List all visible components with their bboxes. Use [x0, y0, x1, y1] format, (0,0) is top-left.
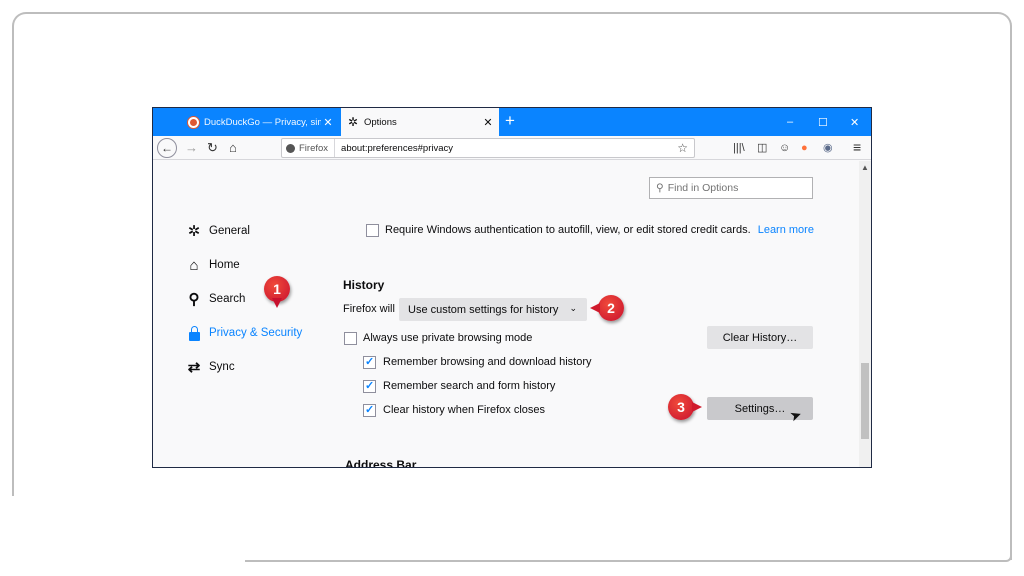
sidebar-item-privacy-security[interactable]: Privacy & Security — [185, 323, 302, 343]
home-icon: ⌂ — [189, 256, 199, 274]
maximize-icon[interactable]: ☐ — [818, 108, 828, 136]
forward-icon[interactable]: → — [185, 139, 198, 157]
home-icon[interactable]: ⌂ — [229, 139, 237, 157]
extension-icon[interactable]: ◉ — [823, 140, 833, 156]
chevron-down-icon: ⌄ — [569, 303, 577, 313]
tab-options[interactable]: ✲ Options ✕ — [341, 108, 499, 136]
identity-box[interactable]: Firefox — [282, 139, 336, 157]
clear-on-close-label: Clear history when Firefox closes — [383, 404, 546, 416]
sidebar-icon[interactable]: ◫ — [757, 140, 767, 156]
scroll-up-icon[interactable]: ▲ — [861, 163, 869, 172]
remember-search-checkbox[interactable] — [363, 379, 376, 393]
search-icon: ⚲ — [656, 182, 664, 194]
tab-bar: DuckDuckGo — Privacy, simplified. ✕ ✲ Op… — [153, 108, 871, 136]
sidebar-item-general[interactable]: ✲ General — [185, 221, 250, 241]
close-window-icon[interactable]: ✕ — [850, 108, 859, 136]
close-tab-icon[interactable]: ✕ — [321, 116, 335, 129]
sidebar-item-home[interactable]: ⌂ Home — [185, 255, 239, 275]
scrollbar-thumb[interactable] — [861, 363, 869, 439]
tab-title: DuckDuckGo — Privacy, simplified. — [204, 116, 321, 128]
callout-2: 2 — [590, 295, 624, 321]
account-icon[interactable]: ☺ — [779, 140, 790, 156]
callout-3: 3 — [668, 394, 702, 420]
minimize-icon[interactable]: – — [787, 108, 793, 136]
callout-1: 1 — [264, 276, 290, 308]
history-heading: History — [343, 278, 385, 292]
close-tab-icon[interactable]: ✕ — [481, 116, 495, 129]
remember-browsing-label: Remember browsing and download history — [383, 356, 592, 368]
gear-icon: ✲ — [187, 223, 201, 240]
tab-duckduckgo[interactable]: DuckDuckGo — Privacy, simplified. ✕ — [179, 108, 339, 136]
win-auth-label: Require Windows authentication to autofi… — [385, 224, 814, 236]
preferences-content: ⚲ Find in Options ✲ General ⌂ Home ⚲ Sea… — [153, 161, 859, 468]
sync-icon: ⇄ — [187, 359, 201, 376]
hamburger-menu-icon[interactable]: ≡ — [853, 139, 861, 155]
lock-icon — [185, 325, 203, 342]
learn-more-link[interactable]: Learn more — [758, 224, 814, 236]
history-mode-select[interactable]: Use custom settings for history ⌄ — [399, 298, 587, 321]
url-text: about:preferences#privacy — [341, 142, 454, 154]
tab-title: Options — [364, 116, 397, 128]
firefox-will-label: Firefox will — [343, 303, 395, 315]
gear-icon: ✲ — [347, 115, 359, 129]
clear-on-close-checkbox[interactable] — [363, 403, 376, 417]
search-input[interactable]: ⚲ Find in Options — [649, 177, 813, 199]
duckduckgo-extension-icon[interactable]: ● — [801, 140, 808, 156]
remember-browsing-checkbox[interactable] — [363, 355, 376, 369]
nav-bar: ← → ↻ ⌂ Firefox about:preferences#privac… — [153, 136, 871, 160]
always-private-label: Always use private browsing mode — [363, 332, 533, 344]
back-icon[interactable]: ← — [157, 138, 177, 158]
url-bar[interactable]: Firefox about:preferences#privacy ☆ — [281, 138, 695, 158]
reload-icon[interactable]: ↻ — [207, 139, 218, 157]
firefox-icon — [286, 143, 295, 153]
library-icon[interactable]: |||\ — [733, 140, 745, 156]
bookmark-star-icon[interactable]: ☆ — [677, 141, 694, 155]
sidebar-item-sync[interactable]: ⇄ Sync — [185, 357, 235, 377]
always-private-checkbox[interactable] — [344, 332, 357, 345]
remember-search-label: Remember search and form history — [383, 380, 556, 392]
address-bar-heading: Address Bar — [345, 458, 417, 468]
sidebar-item-search[interactable]: ⚲ Search — [185, 289, 246, 309]
clear-history-button[interactable]: Clear History… — [707, 326, 813, 349]
new-tab-icon[interactable]: + — [505, 111, 515, 131]
scrollbar[interactable]: ▲ — [859, 161, 871, 467]
win-auth-checkbox[interactable] — [366, 224, 379, 237]
search-icon: ⚲ — [188, 291, 200, 308]
slide-frame-bottom — [245, 556, 1012, 562]
browser-window: DuckDuckGo — Privacy, simplified. ✕ ✲ Op… — [152, 107, 872, 468]
duckduckgo-icon — [187, 116, 199, 128]
